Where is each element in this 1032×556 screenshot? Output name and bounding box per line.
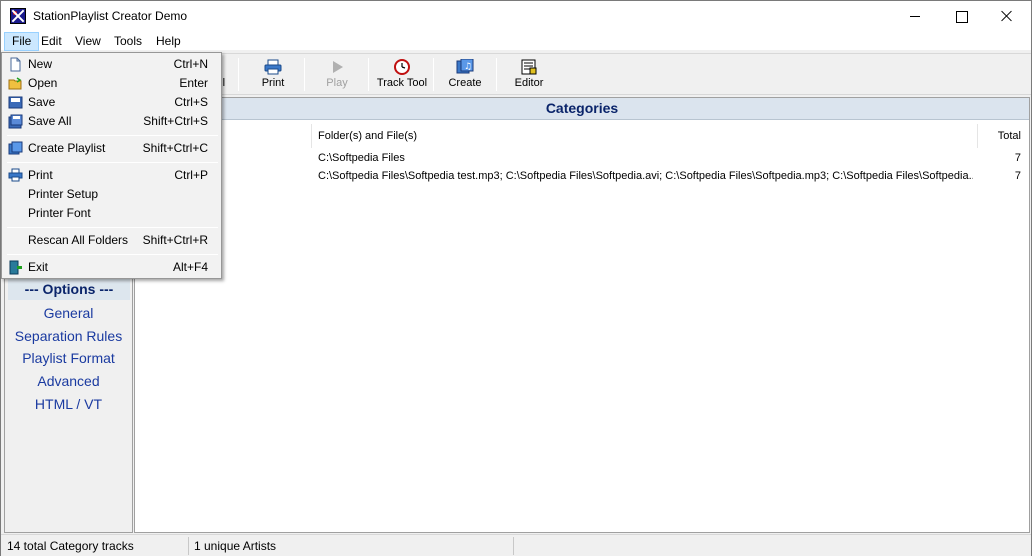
print-toolbar-button[interactable]: Print [251, 56, 295, 94]
options-link-playlist-format[interactable]: Playlist Format [5, 350, 132, 366]
create-playlist-icon: ♫ [456, 59, 474, 74]
menu-edit[interactable]: Edit [34, 32, 69, 51]
title-bar: StationPlaylist Creator Demo [1, 1, 1031, 32]
file-menu-create-playlist[interactable]: Create Playlist Shift+Ctrl+C [4, 139, 219, 158]
status-empty [515, 537, 1029, 555]
options-link-general[interactable]: General [5, 305, 132, 321]
table-row-path[interactable]: C:\Softpedia Files [318, 149, 973, 167]
categories-header: Categories [135, 98, 1029, 120]
printer-icon [264, 59, 282, 75]
menu-tools[interactable]: Tools [107, 32, 149, 51]
options-link-html-vt[interactable]: HTML / VT [5, 396, 132, 412]
play-toolbar-button[interactable]: Play [315, 56, 359, 94]
options-link-separation-rules[interactable]: Separation Rules [5, 328, 132, 344]
options-link-advanced[interactable]: Advanced [5, 373, 132, 389]
file-menu-save-all[interactable]: Save All Shift+Ctrl+S [4, 112, 219, 131]
save-disk-icon [8, 96, 23, 109]
table-row-path[interactable]: C:\Softpedia Files\Softpedia test.mp3; C… [318, 167, 973, 185]
editor-toolbar-label: Editor [514, 77, 544, 89]
file-menu-exit[interactable]: Exit Alt+F4 [4, 258, 219, 277]
categories-panel: Categories Folder(s) and File(s) Total C… [134, 97, 1030, 533]
create-toolbar-label: Create [448, 77, 482, 89]
window-title: StationPlaylist Creator Demo [33, 9, 188, 23]
create-toolbar-button[interactable]: ♫ Create [443, 56, 487, 94]
column-header-folders[interactable]: Folder(s) and File(s) [318, 125, 417, 147]
file-menu-save[interactable]: Save Ctrl+S [4, 93, 219, 112]
menu-view[interactable]: View [68, 32, 108, 51]
play-icon [333, 61, 343, 73]
menu-help[interactable]: Help [149, 32, 188, 51]
file-menu-print[interactable]: Print Ctrl+P [4, 166, 219, 185]
print-toolbar-label: Print [261, 77, 285, 89]
play-toolbar-label: Play [326, 77, 348, 89]
track-tool-toolbar-label: Track Tool [376, 77, 428, 89]
open-folder-icon [8, 77, 22, 90]
table-row-total[interactable]: 7 [983, 149, 1021, 167]
file-menu-printer-setup[interactable]: Printer Setup [4, 185, 219, 204]
status-bar: 14 total Category tracks 1 unique Artist… [1, 534, 1031, 556]
column-header-total[interactable]: Total [983, 125, 1021, 147]
status-unique-artists: 1 unique Artists [190, 537, 514, 555]
editor-toolbar-button[interactable]: Editor [507, 56, 551, 94]
file-menu-open[interactable]: Open Enter [4, 74, 219, 93]
exit-icon [9, 260, 22, 275]
app-logo-icon[interactable] [10, 8, 26, 24]
editor-icon [521, 59, 537, 75]
printer-icon [8, 168, 23, 182]
file-menu-new[interactable]: New Ctrl+N [4, 55, 219, 74]
save-all-icon [8, 114, 23, 129]
app-window: StationPlaylist Creator Demo File Edit V… [0, 0, 1032, 556]
status-category-tracks: 14 total Category tracks [3, 537, 189, 555]
create-playlist-icon [8, 141, 23, 155]
minimize-button[interactable] [892, 1, 938, 32]
clock-icon [394, 59, 410, 75]
svg-text:♫: ♫ [464, 62, 472, 72]
menu-bar: File Edit View Tools Help [1, 32, 1031, 51]
new-document-icon [10, 57, 21, 72]
file-menu-printer-font[interactable]: Printer Font [4, 204, 219, 223]
file-menu-dropdown: New Ctrl+N Open Enter Save Ctrl+S Save A… [1, 52, 222, 279]
table-row-total[interactable]: 7 [983, 167, 1021, 185]
options-header: --- Options --- [8, 278, 130, 300]
file-menu-rescan-all-folders[interactable]: Rescan All Folders Shift+Ctrl+R [4, 231, 219, 250]
close-button[interactable] [984, 1, 1030, 32]
maximize-button[interactable] [938, 1, 984, 32]
track-tool-toolbar-button[interactable]: Track Tool [373, 56, 431, 94]
